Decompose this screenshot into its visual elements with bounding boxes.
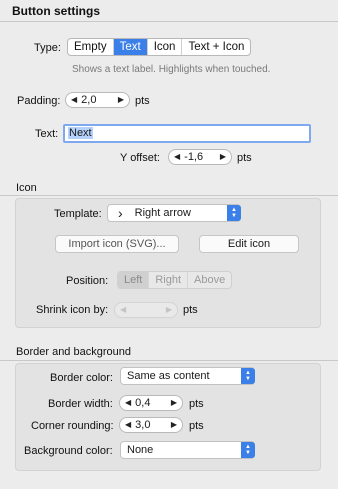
corner-rounding-stepper[interactable]: ◀ 3,0 ▶ bbox=[119, 417, 183, 433]
template-label: Template: bbox=[54, 208, 102, 220]
right-arrow-icon: › bbox=[118, 205, 123, 221]
position-label: Position: bbox=[66, 275, 109, 287]
type-segmented-control[interactable]: Empty Text Icon Text + Icon bbox=[67, 38, 252, 56]
text-input[interactable]: Next bbox=[63, 124, 311, 143]
background-color-label: Background color: bbox=[24, 445, 113, 457]
chevron-updown-icon: ▲ ▼ bbox=[241, 442, 255, 458]
position-option-left[interactable]: Left bbox=[118, 272, 150, 288]
increment-icon[interactable]: ▶ bbox=[171, 396, 177, 410]
y-offset-stepper[interactable]: ◀ -1,6 ▶ bbox=[168, 149, 232, 165]
border-width-label: Border width: bbox=[48, 398, 113, 410]
import-icon-button[interactable]: Import icon (SVG)... bbox=[55, 235, 179, 253]
border-divider bbox=[0, 360, 338, 361]
page-title: Button settings bbox=[12, 4, 100, 18]
icon-section-title: Icon bbox=[16, 182, 37, 194]
padding-unit: pts bbox=[135, 95, 150, 107]
shrink-unit: pts bbox=[183, 304, 198, 316]
padding-label: Padding: bbox=[17, 95, 61, 107]
border-width-value[interactable]: 0,4 bbox=[131, 397, 171, 409]
icon-divider bbox=[0, 195, 338, 196]
chevron-updown-icon: ▲ ▼ bbox=[241, 368, 255, 384]
text-input-value[interactable]: Next bbox=[68, 127, 93, 139]
increment-icon[interactable]: ▶ bbox=[220, 150, 226, 164]
position-option-above[interactable]: Above bbox=[188, 272, 231, 288]
type-label: Type: bbox=[34, 42, 61, 54]
template-value: Right arrow bbox=[134, 207, 191, 219]
y-offset-label: Y offset: bbox=[120, 152, 160, 164]
border-color-value: Same as content bbox=[127, 370, 210, 382]
edit-icon-button[interactable]: Edit icon bbox=[199, 235, 299, 253]
position-segmented-control[interactable]: Left Right Above bbox=[117, 271, 233, 289]
type-hint: Shows a text label. Highlights when touc… bbox=[72, 64, 271, 75]
padding-stepper[interactable]: ◀ 2,0 ▶ bbox=[65, 92, 130, 108]
increment-icon[interactable]: ▶ bbox=[166, 303, 172, 317]
border-width-unit: pts bbox=[189, 398, 204, 410]
border-color-popup[interactable]: Same as content ▲ ▼ bbox=[120, 367, 255, 385]
text-label: Text: bbox=[35, 128, 59, 140]
increment-icon[interactable]: ▶ bbox=[171, 418, 177, 432]
template-popup[interactable]: › Right arrow ▲ ▼ bbox=[107, 204, 241, 222]
border-width-stepper[interactable]: ◀ 0,4 ▶ bbox=[119, 395, 183, 411]
type-option-text-icon[interactable]: Text + Icon bbox=[182, 39, 250, 55]
shrink-label: Shrink icon by: bbox=[36, 304, 109, 316]
decrement-icon[interactable]: ◀ bbox=[120, 303, 126, 317]
corner-rounding-value[interactable]: 3,0 bbox=[131, 419, 171, 431]
corner-rounding-label: Corner rounding: bbox=[31, 420, 114, 432]
background-color-popup[interactable]: None ▲ ▼ bbox=[120, 441, 255, 459]
background-color-value: None bbox=[127, 444, 154, 456]
type-option-empty[interactable]: Empty bbox=[68, 39, 114, 55]
corner-rounding-unit: pts bbox=[189, 420, 204, 432]
increment-icon[interactable]: ▶ bbox=[118, 93, 124, 107]
shrink-stepper[interactable]: ◀ ▶ bbox=[114, 302, 178, 318]
title-divider bbox=[0, 21, 338, 22]
chevron-updown-icon: ▲ ▼ bbox=[227, 205, 241, 221]
y-offset-value[interactable]: -1,6 bbox=[180, 151, 220, 163]
position-option-right[interactable]: Right bbox=[149, 272, 189, 288]
y-offset-unit: pts bbox=[237, 152, 252, 164]
border-section-title: Border and background bbox=[16, 346, 131, 358]
type-option-text[interactable]: Text bbox=[113, 39, 148, 55]
border-color-label: Border color: bbox=[50, 372, 113, 384]
padding-value[interactable]: 2,0 bbox=[77, 94, 118, 106]
type-option-icon[interactable]: Icon bbox=[148, 39, 183, 55]
